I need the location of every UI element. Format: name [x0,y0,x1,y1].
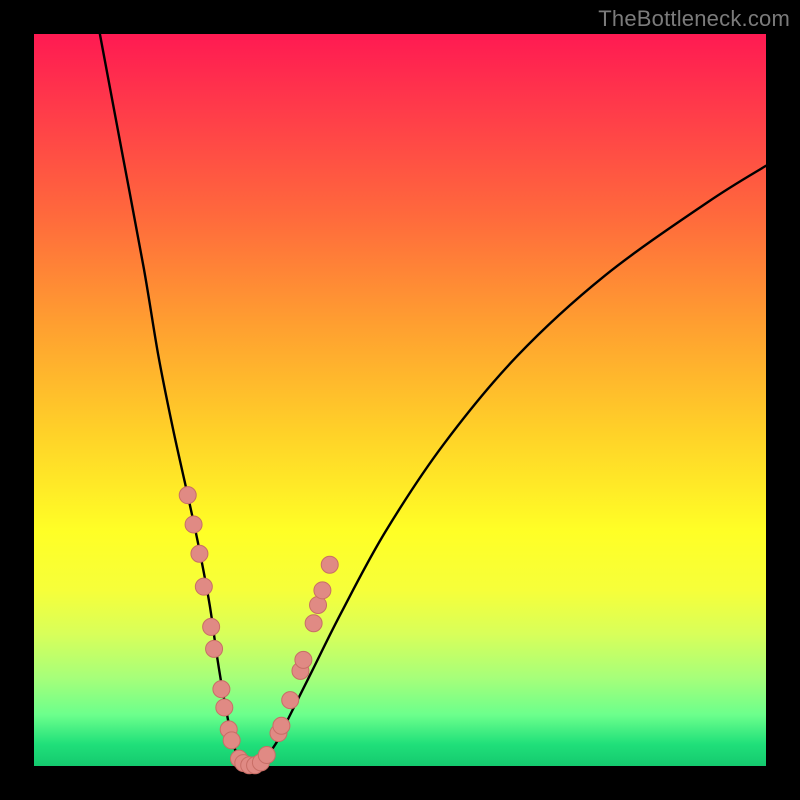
curve-marker [282,692,299,709]
curve-marker [213,681,230,698]
curve-marker [314,582,331,599]
bottleneck-curve [100,34,766,766]
curve-marker [295,651,312,668]
watermark-text: TheBottleneck.com [598,6,790,32]
curve-marker [321,556,338,573]
chart-plot-area [34,34,766,766]
curve-marker [203,618,220,635]
curve-marker [216,699,233,716]
chart-frame: TheBottleneck.com [0,0,800,800]
curve-marker [185,516,202,533]
curve-marker [179,487,196,504]
curve-marker [273,717,290,734]
curve-markers [179,487,338,774]
curve-marker [206,640,223,657]
curve-marker [305,615,322,632]
curve-marker [258,747,275,764]
curve-marker [191,545,208,562]
curve-marker [195,578,212,595]
chart-svg [34,34,766,766]
curve-marker [223,732,240,749]
